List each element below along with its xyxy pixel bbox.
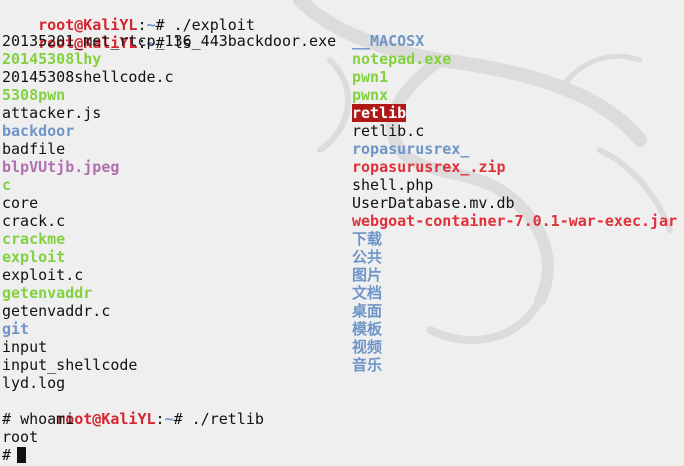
- ls-entry: shell.php: [352, 176, 677, 194]
- ls-output: 20135201_met_rtcp_136_443backdoor.exe 201…: [2, 32, 684, 392]
- ls-entry-name: pwn1: [352, 68, 389, 86]
- ls-entry-name: webgoat-container-7.0.1-war-exec.jar: [352, 212, 678, 230]
- ls-entry-name: 桌面: [352, 302, 383, 320]
- command-line-exploit: root@KaliYL:~# ./exploit: [2, 0, 682, 34]
- ls-entry: 5308pwn: [2, 86, 336, 104]
- ls-entry-name: exploit: [2, 248, 66, 266]
- terminal[interactable]: root@KaliYL:~# ./exploit root@KaliYL:~# …: [2, 0, 682, 464]
- ls-entry-name: blpVUtjb.jpeg: [2, 158, 120, 176]
- ls-entry: crackme: [2, 230, 336, 248]
- ls-entry-name: retlib.c: [352, 122, 425, 140]
- ls-entry: 音乐: [352, 356, 677, 374]
- root-prompt: #: [2, 410, 21, 428]
- ls-entry: lyd.log: [2, 374, 336, 392]
- ls-entry-name: backdoor: [2, 122, 75, 140]
- ls-entry: pwnx: [352, 86, 677, 104]
- ls-entry-name: lyd.log: [2, 374, 66, 392]
- ls-entry-name: 文档: [352, 284, 383, 302]
- ls-entry-name: core: [2, 194, 39, 212]
- ls-entry: backdoor: [2, 122, 336, 140]
- ls-entry: getenvaddr.c: [2, 302, 336, 320]
- command-text: whoami: [20, 410, 75, 428]
- ls-entry-name: retlib: [352, 104, 407, 122]
- ls-entry-name: git: [2, 320, 30, 338]
- ls-entry-name: 5308pwn: [2, 86, 66, 104]
- ls-entry-name: __MACOSX: [352, 32, 425, 50]
- active-input-line[interactable]: #: [2, 446, 264, 464]
- ls-entry-name: 20145308lhy: [2, 50, 102, 68]
- root-prompt: #: [2, 446, 12, 464]
- ls-entry: retlib: [352, 104, 677, 122]
- post-ls-output: root@KaliYL:~# ./retlib # whoami root #: [2, 392, 264, 464]
- ls-entry-name: 20135201_met_rtcp_136_443backdoor.exe: [2, 32, 337, 50]
- ls-entry-name: 音乐: [352, 356, 383, 374]
- whoami-output: root: [2, 428, 39, 446]
- ls-entry: 桌面: [352, 302, 677, 320]
- ls-entry-name: shell.php: [352, 176, 434, 194]
- ls-entry-name: crackme: [2, 230, 66, 248]
- ls-entry: 文档: [352, 284, 677, 302]
- command-text: ./retlib: [191, 410, 264, 428]
- ls-entry-name: exploit.c: [2, 266, 84, 284]
- ls-entry-name: notepad.exe: [352, 50, 452, 68]
- ls-entry: 20135201_met_rtcp_136_443backdoor.exe: [2, 32, 336, 50]
- ls-entry: badfile: [2, 140, 336, 158]
- ls-entry: 视频: [352, 338, 677, 356]
- ls-entry-name: attacker.js: [2, 104, 102, 122]
- ls-entry: 模板: [352, 320, 677, 338]
- ls-entry: ropasurusrex_: [352, 140, 677, 158]
- text-cursor[interactable]: [17, 447, 27, 463]
- ls-entry-name: 视频: [352, 338, 383, 356]
- ls-entry-name: ropasurusrex_: [352, 140, 470, 158]
- ls-entry: 图片: [352, 266, 677, 284]
- ls-entry-name: crack.c: [2, 212, 66, 230]
- ls-entry: __MACOSX: [352, 32, 677, 50]
- ls-entry: input: [2, 338, 336, 356]
- ls-entry-name: 图片: [352, 266, 383, 284]
- ls-entry: 20145308shellcode.c: [2, 68, 336, 86]
- ls-entry-name: 公共: [352, 248, 383, 266]
- ls-entry-name: c: [2, 176, 12, 194]
- ls-entry: exploit: [2, 248, 336, 266]
- ls-entry: 20145308lhy: [2, 50, 336, 68]
- ls-entry: getenvaddr: [2, 284, 336, 302]
- ls-entry: input_shellcode: [2, 356, 336, 374]
- ls-entry: retlib.c: [352, 122, 677, 140]
- ls-entry: exploit.c: [2, 266, 336, 284]
- ls-entry: ropasurusrex_.zip: [352, 158, 677, 176]
- ls-entry-name: getenvaddr.c: [2, 302, 111, 320]
- ls-entry: git: [2, 320, 336, 338]
- ls-entry: webgoat-container-7.0.1-war-exec.jar: [352, 212, 677, 230]
- prompt-directory: ~: [164, 410, 174, 428]
- ls-entry-name: getenvaddr: [2, 284, 93, 302]
- ls-entry-name: 下载: [352, 230, 383, 248]
- command-line-retlib: root@KaliYL:~# ./retlib: [2, 392, 264, 428]
- prompt-separator: :: [155, 410, 165, 428]
- ls-entry: notepad.exe: [352, 50, 677, 68]
- ls-entry: crack.c: [2, 212, 336, 230]
- ls-entry: core: [2, 194, 336, 212]
- ls-entry: c: [2, 176, 336, 194]
- ls-entry: 下载: [352, 230, 677, 248]
- ls-column-2: __MACOSX notepad.exe pwn1 pwnx retlib retlib.…: [352, 32, 677, 374]
- ls-entry: 公共: [352, 248, 677, 266]
- ls-entry: attacker.js: [2, 104, 336, 122]
- ls-entry: pwn1: [352, 68, 677, 86]
- ls-entry-name: 20145308shellcode.c: [2, 68, 174, 86]
- ls-entry-name: badfile: [2, 140, 66, 158]
- ls-entry-name: 模板: [352, 320, 383, 338]
- ls-entry-name: UserDatabase.mv.db: [352, 194, 515, 212]
- ls-column-1: 20135201_met_rtcp_136_443backdoor.exe 201…: [2, 32, 336, 392]
- prompt-symbol: #: [173, 410, 183, 428]
- ls-entry-name: input: [2, 338, 48, 356]
- ls-entry-name: input_shellcode: [2, 356, 138, 374]
- ls-entry-name: ropasurusrex_.zip: [352, 158, 506, 176]
- ls-entry: UserDatabase.mv.db: [352, 194, 677, 212]
- ls-entry-name: pwnx: [352, 86, 389, 104]
- ls-entry: blpVUtjb.jpeg: [2, 158, 336, 176]
